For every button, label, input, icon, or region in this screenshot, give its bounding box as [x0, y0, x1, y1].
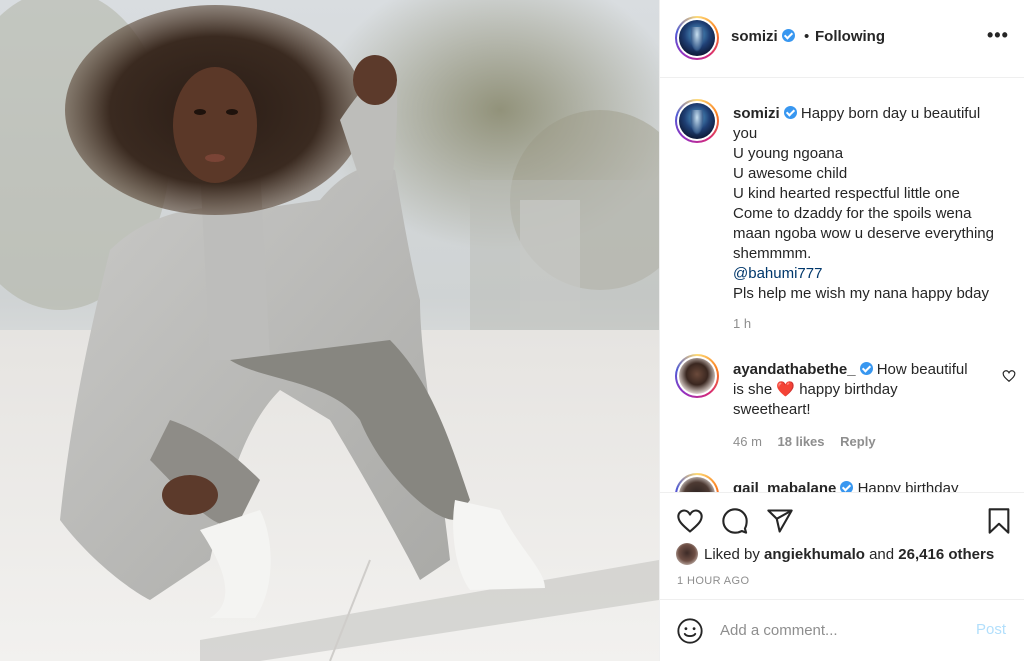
- post-timestamp[interactable]: 1 HOUR AGO: [677, 575, 749, 587]
- comment-time[interactable]: 46 m: [733, 434, 762, 449]
- comment-username[interactable]: ayandathabethe_: [733, 361, 856, 378]
- comment-text: ayandathabethe_ How beautiful is she ❤️ …: [733, 360, 1018, 420]
- post-side-panel: somizi • Following ••• somizi Happy born…: [659, 0, 1024, 661]
- caption-line: you: [733, 125, 758, 142]
- caption-line: U awesome child: [733, 165, 848, 182]
- instagram-post: somizi • Following ••• somizi Happy born…: [0, 0, 1024, 661]
- comment-meta: 46 m 18 likes Reply: [733, 434, 888, 449]
- caption-line: U young ngoana: [733, 145, 844, 162]
- author-avatar[interactable]: [675, 16, 719, 60]
- comment-input[interactable]: [720, 617, 960, 643]
- add-comment-row: Post: [660, 599, 1024, 661]
- likes-summary: Liked by angiekhumalo and 26,416 others: [676, 543, 994, 565]
- caption-line: shemmmm.: [733, 245, 812, 262]
- post-photo[interactable]: [0, 0, 659, 661]
- liked-by-and: and: [869, 545, 895, 563]
- comment-icon[interactable]: [721, 507, 749, 535]
- bookmark-icon[interactable]: [985, 507, 1013, 535]
- comment-body: is she: [733, 381, 773, 398]
- red-heart-emoji: ❤️: [776, 381, 796, 398]
- author-username[interactable]: somizi: [731, 28, 778, 45]
- comment-username[interactable]: gail_mabalane: [733, 480, 836, 492]
- comment-avatar[interactable]: [675, 354, 719, 398]
- caption-text: somizi Happy born day u beautiful you U …: [733, 104, 1018, 304]
- verified-badge-icon: [859, 362, 873, 375]
- caption-avatar[interactable]: [675, 99, 719, 143]
- post-header: somizi • Following •••: [660, 0, 1024, 78]
- caption-time[interactable]: 1 h: [733, 316, 751, 331]
- reply-button[interactable]: Reply: [840, 434, 875, 449]
- liked-by-prefix: Liked by: [704, 545, 760, 563]
- caption-username[interactable]: somizi: [733, 105, 780, 122]
- liked-by-user-link[interactable]: angiekhumalo: [764, 546, 865, 563]
- caption-line: U kind hearted respectful little one: [733, 185, 960, 202]
- heart-icon[interactable]: [676, 507, 704, 535]
- comment-body: sweetheart!: [733, 401, 811, 418]
- caption-line: Happy born day u beautiful: [800, 105, 981, 122]
- caption-line: Pls help me wish my nana happy bday: [733, 285, 989, 302]
- like-comment-heart-icon[interactable]: [1002, 369, 1016, 383]
- author-username-link[interactable]: somizi: [731, 28, 795, 45]
- likes-count-link[interactable]: 26,416 others: [898, 546, 994, 563]
- verified-badge-icon: [783, 106, 797, 119]
- caption-meta: 1 h: [733, 316, 763, 331]
- comment-avatar[interactable]: [675, 473, 719, 492]
- post-actions: Liked by angiekhumalo and 26,416 others …: [660, 492, 1024, 661]
- share-icon[interactable]: [766, 507, 794, 535]
- post-comment-button[interactable]: Post: [976, 621, 1006, 638]
- verified-badge-icon: [781, 29, 795, 42]
- caption-line: Come to dzaddy for the spoils wena: [733, 205, 972, 222]
- comment-body: Happy birthday: [857, 480, 959, 492]
- comment-body: How beautiful: [876, 361, 968, 378]
- more-options-icon[interactable]: •••: [987, 25, 1009, 46]
- emoji-icon[interactable]: [676, 617, 704, 645]
- caption-mention-link[interactable]: @bahumi777: [733, 264, 1018, 284]
- comment-body: happy birthday: [799, 381, 898, 398]
- comment-text: gail_mabalane Happy birthday: [733, 479, 1018, 492]
- liker-avatar[interactable]: [676, 543, 698, 565]
- header-separator: •: [804, 28, 810, 45]
- caption-line: maan ngoba wow u deserve everything: [733, 225, 994, 242]
- verified-badge-icon: [840, 481, 854, 492]
- comment-likes[interactable]: 18 likes: [778, 434, 825, 449]
- following-button[interactable]: Following: [815, 28, 885, 45]
- post-photo-illustration: [0, 0, 659, 661]
- comments-list[interactable]: somizi Happy born day u beautiful you U …: [660, 79, 1024, 492]
